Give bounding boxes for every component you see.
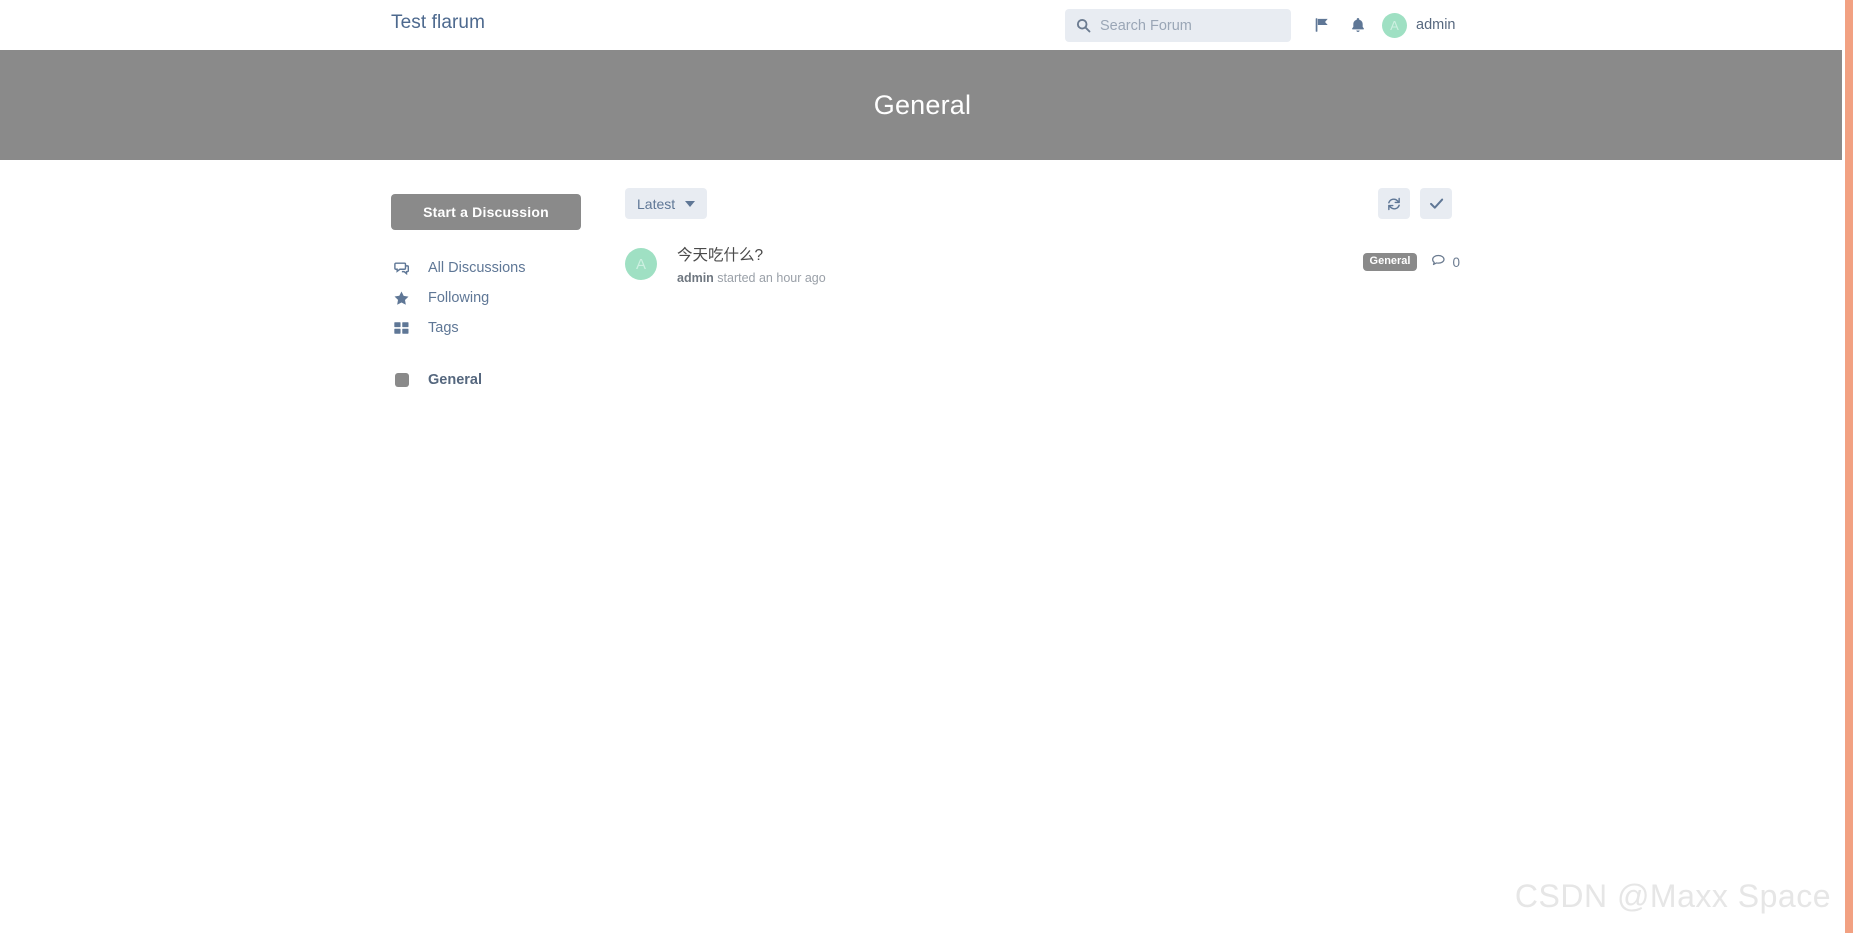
search-input[interactable] bbox=[1100, 15, 1275, 36]
discussion-secondary-info: General 0 bbox=[1362, 253, 1460, 271]
discussion-list-item[interactable]: A 今天吃什么? admin started an hour ago Gener… bbox=[625, 241, 1460, 295]
search-icon bbox=[1076, 18, 1091, 33]
sidebar-item-all-discussions[interactable]: All Discussions bbox=[391, 253, 581, 283]
sort-dropdown[interactable]: Latest bbox=[625, 188, 708, 219]
start-discussion-button[interactable]: Start a Discussion bbox=[391, 194, 581, 230]
bell-icon[interactable] bbox=[1346, 13, 1370, 37]
tag-hero-banner: General bbox=[0, 50, 1845, 160]
sidebar-nav: All Discussions Following Tags General bbox=[391, 253, 581, 395]
chevron-down-icon bbox=[685, 200, 696, 207]
discussion-timestamp: started an hour ago bbox=[717, 271, 826, 285]
sidebar-divider bbox=[391, 343, 581, 365]
sidebar-item-tags[interactable]: Tags bbox=[391, 313, 581, 343]
comment-count-value: 0 bbox=[1452, 254, 1460, 270]
discussion-title[interactable]: 今天吃什么? bbox=[677, 246, 826, 266]
watermark: CSDN @Maxx Space bbox=[1514, 878, 1831, 914]
avatar: A bbox=[1382, 12, 1407, 38]
user-name: admin bbox=[1416, 17, 1456, 33]
discussion-meta: admin started an hour ago bbox=[677, 271, 826, 285]
discussions-icon bbox=[393, 260, 410, 277]
star-icon bbox=[393, 290, 410, 307]
site-header: Test flarum Search Forum A admin bbox=[0, 0, 1845, 50]
main-content: Latest A 今天吃什么? admin started an hour ag… bbox=[625, 188, 1460, 295]
sidebar-item-label: Following bbox=[428, 290, 490, 306]
sidebar-item-tag-general[interactable]: General bbox=[391, 365, 581, 395]
sort-dropdown-label: Latest bbox=[637, 195, 676, 212]
sidebar-item-label: All Discussions bbox=[428, 260, 526, 276]
sidebar: Start a Discussion All Discussions Follo… bbox=[391, 194, 581, 395]
status-badge[interactable]: General bbox=[1362, 253, 1418, 271]
discussion-list: A 今天吃什么? admin started an hour ago Gener… bbox=[625, 241, 1460, 295]
mark-all-read-button[interactable] bbox=[1420, 188, 1452, 219]
site-logo-title[interactable]: Test flarum bbox=[391, 12, 485, 34]
sidebar-item-following[interactable]: Following bbox=[391, 283, 581, 313]
sidebar-item-label: Tags bbox=[428, 320, 459, 336]
tag-swatch-icon bbox=[393, 372, 410, 389]
page-title: General bbox=[873, 89, 972, 120]
sidebar-tag-label: General bbox=[428, 372, 482, 388]
page-body: Start a Discussion All Discussions Follo… bbox=[0, 160, 1845, 933]
avatar: A bbox=[625, 248, 657, 280]
discussion-author: admin bbox=[677, 271, 714, 285]
comment-count[interactable]: 0 bbox=[1431, 253, 1460, 271]
forum-page: Test flarum Search Forum A admin General… bbox=[0, 0, 1853, 933]
grid-icon bbox=[393, 320, 410, 337]
discussion-toolbar: Latest bbox=[625, 188, 1460, 224]
discussion-main: 今天吃什么? admin started an hour ago bbox=[677, 246, 826, 285]
comment-icon bbox=[1431, 253, 1446, 271]
search-box[interactable] bbox=[1065, 9, 1291, 42]
user-menu[interactable]: A admin bbox=[1382, 11, 1456, 39]
flag-icon[interactable] bbox=[1310, 13, 1334, 37]
page-edge-accent bbox=[1845, 0, 1853, 933]
refresh-button[interactable] bbox=[1378, 188, 1410, 219]
